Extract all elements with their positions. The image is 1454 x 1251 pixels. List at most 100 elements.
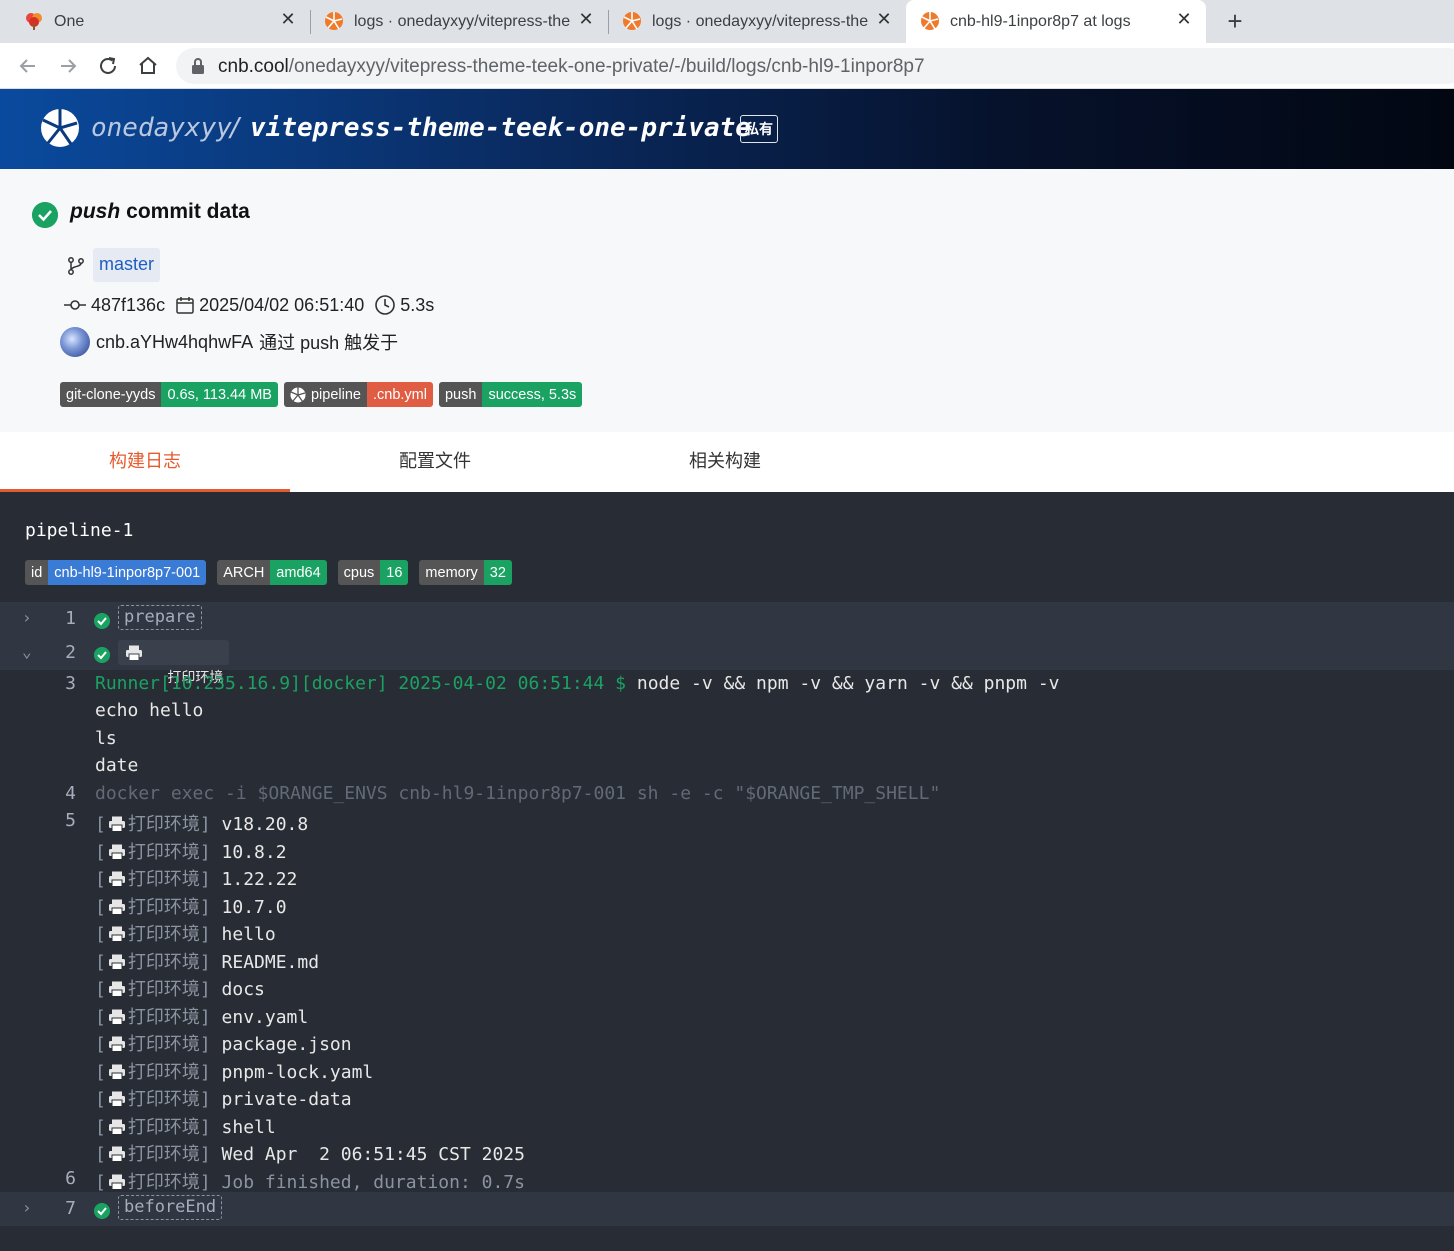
step-prefix: 打印环境 <box>127 1144 200 1165</box>
tab-close-icon[interactable]: ✕ <box>576 9 596 30</box>
printer-icon <box>108 899 125 915</box>
tab-close-icon[interactable]: ✕ <box>278 9 298 30</box>
lock-icon[interactable] <box>190 57 206 75</box>
tab-config-file[interactable]: 配置文件 <box>290 432 580 492</box>
browser-tab-logs-1[interactable]: logs · onedayxyy/vitepress-the ✕ <box>310 0 608 43</box>
cpus-badge: cpus 16 <box>337 560 409 585</box>
output-text: Wed Apr 2 06:51:45 CST 2025 <box>221 1144 525 1165</box>
log-text: [打印环境] v18.20.8 <box>95 814 309 835</box>
output-text: env.yaml <box>221 1006 309 1028</box>
log-output-line: [打印环境] shell <box>0 1110 1454 1138</box>
new-tab-button[interactable]: + <box>1222 6 1248 37</box>
line-number: 3 <box>65 673 76 694</box>
cnb-favicon-icon <box>921 12 939 30</box>
commit-sha-link[interactable]: 487f136c <box>91 295 165 316</box>
printer-icon <box>108 981 125 997</box>
tab-close-icon[interactable]: ✕ <box>1174 9 1194 30</box>
branch-link[interactable]: master <box>93 248 161 282</box>
badge-value: 0.6s, 113.44 MB <box>161 382 278 407</box>
log-text: [打印环境] env.yaml <box>95 1006 309 1028</box>
badge-label: push <box>438 382 483 407</box>
log-step-prepare[interactable]: › 1 prepare <box>0 602 1454 636</box>
browser-tab-logs-2[interactable]: logs · onedayxyy/vitepress-the ✕ <box>608 0 906 43</box>
browser-tab-active[interactable]: cnb-hl9-1inpor8p7 at logs ✕ <box>906 0 1206 43</box>
output-text: 1.22.22 <box>221 869 298 890</box>
home-icon[interactable] <box>135 53 161 79</box>
tree-favicon-icon <box>26 13 42 30</box>
log-step-before-end[interactable]: › 7 beforeEnd <box>0 1192 1454 1226</box>
chevron-down-icon[interactable]: ⌄ <box>22 642 32 661</box>
build-duration: 5.3s <box>400 294 435 315</box>
url-path: /onedayxyy/vitepress-theme-teek-one-priv… <box>288 56 925 77</box>
log-step-print-env[interactable]: ⌄ 2 打印环境 <box>0 636 1454 685</box>
arch-badge: ARCH amd64 <box>217 560 327 585</box>
step-prefix: 打印环境 <box>127 924 200 945</box>
back-arrow-icon[interactable] <box>15 53 41 79</box>
repo-name-link[interactable]: vitepress-theme-teek-one-private <box>250 113 751 143</box>
step-name: prepare <box>118 605 202 630</box>
log-output-line: [打印环境] 10.7.0 <box>0 890 1454 918</box>
log-text: [打印环境] 1.22.22 <box>95 869 298 890</box>
log-output-line: [打印环境] docs <box>0 972 1454 1000</box>
log-line: echo hello <box>0 697 1454 724</box>
cnb-logo-icon <box>290 387 306 402</box>
reload-icon[interactable] <box>95 53 121 79</box>
log-text: [打印环境] 10.7.0 <box>95 896 287 918</box>
badge-label: cpus <box>337 560 381 585</box>
printer-icon <box>108 844 125 860</box>
chevron-right-icon[interactable]: › <box>22 608 32 627</box>
browser-tab-bar: One ✕ logs · onedayxyy/vitepress-the ✕ l… <box>0 0 1454 43</box>
trigger-user-link[interactable]: cnb.aYHw4hqhwFA <box>96 332 253 353</box>
calendar-icon <box>176 297 194 314</box>
id-badge: id cnb-hl9-1inpor8p7-001 <box>25 560 207 585</box>
log-text: [打印环境] 10.8.2 <box>95 841 287 863</box>
step-prefix: 打印环境 <box>127 951 200 973</box>
git-branch-icon <box>68 257 84 275</box>
date-meta: 2025/04/02 06:51:40 <box>175 295 364 316</box>
browser-tab-title: logs · onedayxyy/vitepress-the <box>652 12 869 30</box>
forward-arrow-icon[interactable] <box>55 53 81 79</box>
log-line: ls <box>0 725 1454 752</box>
push-status-badge[interactable]: push success, 5.3s <box>438 382 583 407</box>
line-number: 6 <box>65 1168 76 1189</box>
browser-tab-title: One <box>54 12 85 30</box>
address-bar[interactable]: cnb.cool/onedayxyy/vitepress-theme-teek-… <box>176 48 1454 84</box>
step-prefix: 打印环境 <box>127 896 200 918</box>
cnb-favicon-icon <box>623 12 641 30</box>
log-text: [打印环境] Wed Apr 2 06:51:45 CST 2025 <box>95 1144 525 1165</box>
step-prefix: 打印环境 <box>127 1061 200 1083</box>
cnb-logo-icon[interactable] <box>40 108 80 148</box>
repo-owner-link[interactable]: onedayxyy <box>91 113 232 143</box>
chevron-right-icon[interactable]: › <box>22 1198 32 1217</box>
commit-meta: 487f136c <box>63 295 165 316</box>
line-number: 1 <box>65 608 76 629</box>
tab-related-builds[interactable]: 相关构建 <box>580 432 870 492</box>
printer-icon <box>108 1009 125 1025</box>
log-output-line: [打印环境] hello <box>0 917 1454 945</box>
build-meta: 487f136c 2025/04/02 06:51:40 5.3s <box>63 293 444 317</box>
badge-label: memory <box>419 560 484 585</box>
printer-icon <box>108 1091 125 1107</box>
output-text: shell <box>221 1116 276 1138</box>
log-output-line: [打印环境] pnpm-lock.yaml <box>0 1055 1454 1083</box>
tab-close-icon[interactable]: ✕ <box>874 9 894 30</box>
log-text: [打印环境] docs <box>95 979 265 1000</box>
step-prefix: 打印环境 <box>127 1034 200 1055</box>
success-check-icon <box>94 647 110 663</box>
trigger-text: 通过 push 触发于 <box>259 333 399 353</box>
step-prefix: 打印环境 <box>127 814 200 835</box>
tab-build-logs[interactable]: 构建日志 <box>0 432 290 492</box>
badge-label: id <box>25 560 49 585</box>
log-line: 6 [打印环境] Job finished, duration: 0.7s <box>0 1165 1454 1193</box>
docker-exec-text: docker exec -i $ORANGE_ENVS cnb-hl9-1inp… <box>95 783 941 804</box>
log-output-line: [打印环境] private-data <box>0 1082 1454 1110</box>
line-number: 4 <box>65 783 76 804</box>
printer-icon <box>108 1036 125 1052</box>
avatar[interactable] <box>60 327 90 357</box>
repo-header: onedayxyy / vitepress-theme-teek-one-pri… <box>0 89 1454 169</box>
browser-tab-one[interactable]: One ✕ <box>0 0 310 43</box>
pipeline-badge[interactable]: pipeline .cnb.yml <box>283 382 433 407</box>
git-clone-badge[interactable]: git-clone-yyds 0.6s, 113.44 MB <box>60 382 278 407</box>
build-title: push commit data <box>70 200 250 224</box>
output-text: docs <box>221 979 265 1000</box>
